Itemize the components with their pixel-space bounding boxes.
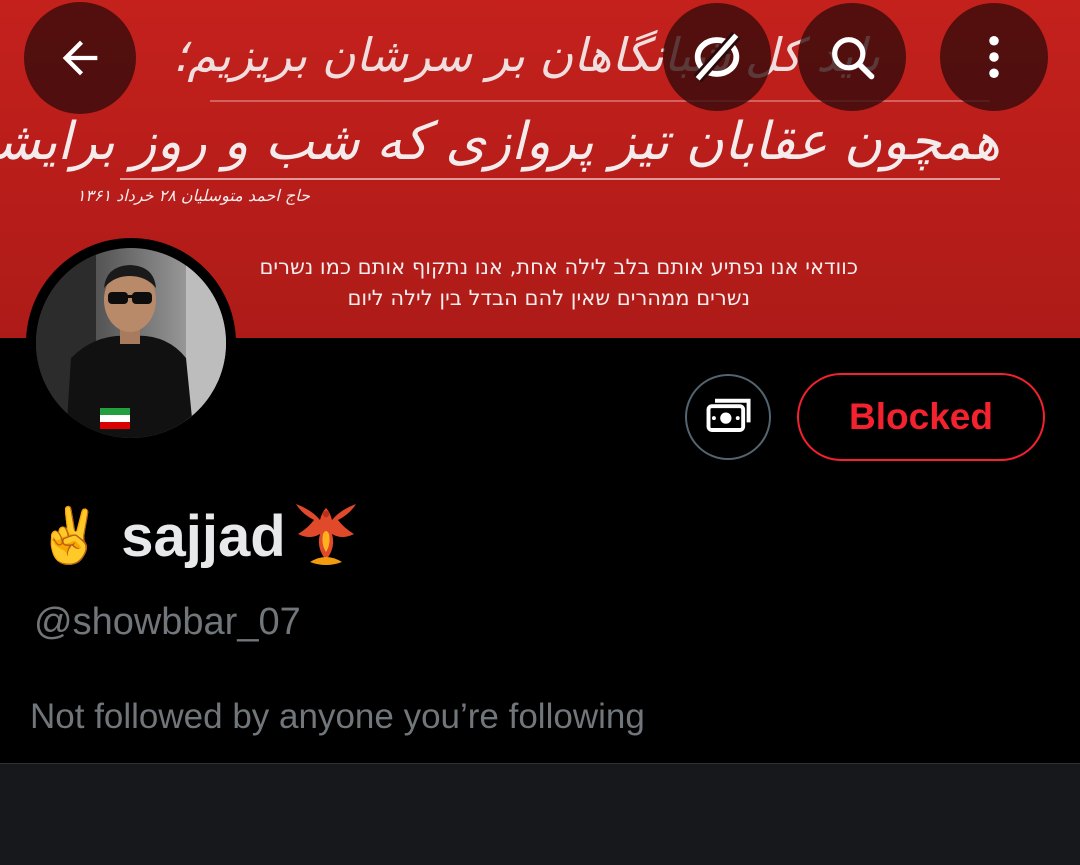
tip-button[interactable] bbox=[685, 374, 771, 460]
profile-content-area bbox=[0, 764, 1080, 865]
avatar-person-illustration bbox=[36, 248, 226, 438]
banner-persian-line-1: باید کل شبانگاهان بر سرشان بریزیم؛ bbox=[172, 28, 880, 82]
search-icon bbox=[832, 37, 875, 80]
banner-rule bbox=[120, 178, 1000, 180]
avatar[interactable] bbox=[26, 238, 236, 448]
search-button[interactable] bbox=[798, 3, 906, 111]
vpn-toggle-button[interactable] bbox=[663, 3, 771, 111]
avatar-photo bbox=[36, 248, 226, 438]
followers-you-know-note[interactable]: Not followed by anyone you’re following bbox=[30, 697, 645, 737]
vpn-off-icon bbox=[693, 31, 741, 83]
money-icon bbox=[706, 398, 751, 432]
more-vertical-icon bbox=[989, 35, 999, 79]
more-options-button[interactable] bbox=[940, 3, 1048, 111]
back-button[interactable] bbox=[24, 2, 136, 114]
profile-handle: @showbbar_07 bbox=[34, 601, 301, 643]
banner-hebrew-line-2: נשרים ממהרים שאין להם הבדל בין לילה ליום bbox=[347, 286, 750, 310]
display-name-row: ✌️ sajjad bbox=[36, 496, 362, 576]
blocked-button[interactable]: Blocked bbox=[797, 373, 1045, 461]
banner-hebrew-line-1: כוודאי אנו נפתיע אותם בלב לילה אחת, אנו … bbox=[259, 255, 858, 279]
banner-persian-credit: حاج احمد متوسلیان ۲۸ خرداد ۱۳۶۱ bbox=[76, 186, 310, 205]
phoenix-emoji bbox=[290, 500, 362, 572]
arrow-left-icon bbox=[62, 40, 98, 76]
victory-hand-emoji: ✌️ bbox=[36, 504, 104, 567]
display-name: sajjad bbox=[121, 503, 286, 569]
banner-persian-line-2: همچون عقابان تیز پروازی که شب و روز برای… bbox=[0, 112, 1000, 172]
